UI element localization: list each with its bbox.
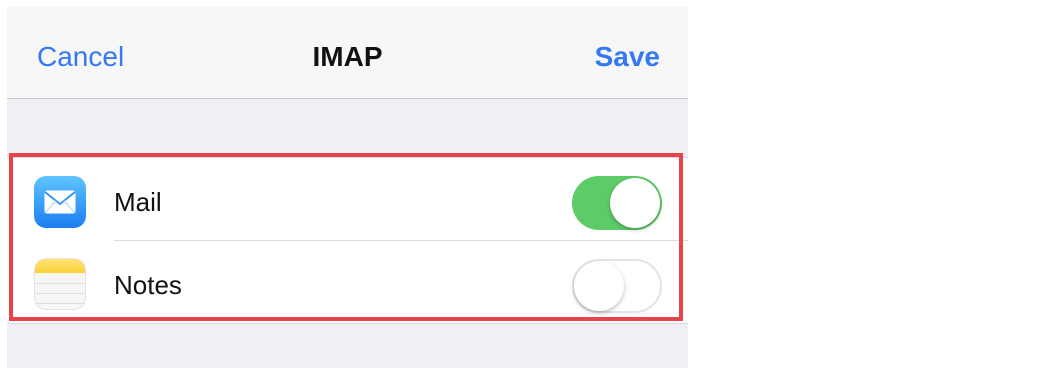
list-item-notes: Notes xyxy=(7,240,688,322)
settings-screen: Cancel IMAP Save Mail Notes xyxy=(7,7,688,368)
save-button[interactable]: Save xyxy=(595,41,660,73)
mail-label: Mail xyxy=(114,187,162,217)
list-item-mail: Mail xyxy=(7,158,688,240)
sync-options-list: Mail Notes xyxy=(7,157,688,324)
notes-toggle[interactable] xyxy=(572,259,662,313)
notes-label: Notes xyxy=(114,270,182,300)
toggle-knob xyxy=(610,178,660,228)
page-title: IMAP xyxy=(312,41,383,72)
navigation-bar: Cancel IMAP Save xyxy=(7,7,688,99)
mail-app-icon xyxy=(34,176,86,228)
toggle-knob xyxy=(574,261,624,311)
mail-toggle[interactable] xyxy=(572,176,662,230)
notes-app-icon xyxy=(34,258,86,310)
